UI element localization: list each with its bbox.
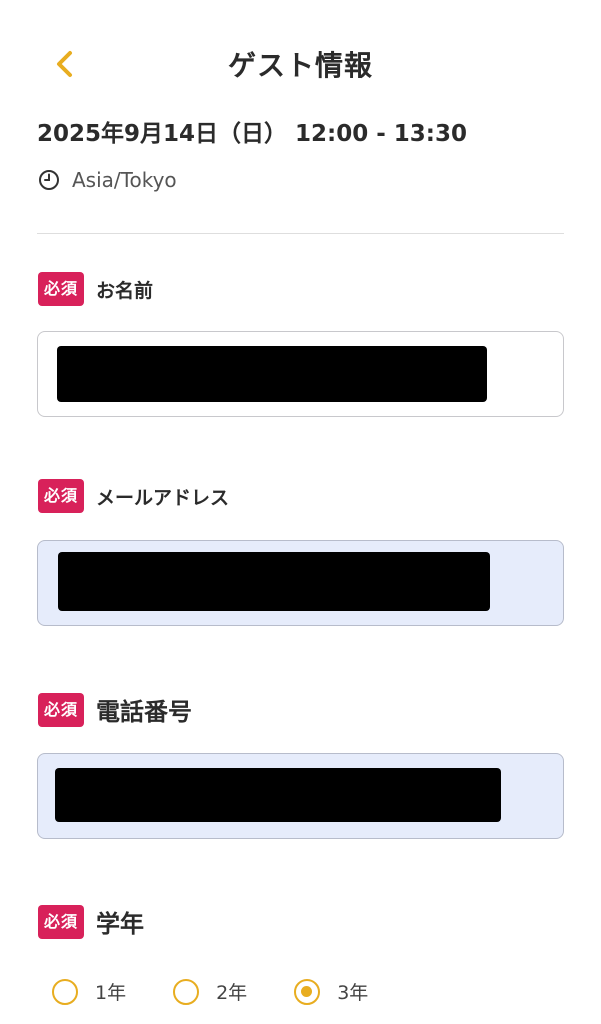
radio-button-selected[interactable] [294, 978, 321, 1005]
redacted-value [57, 346, 487, 402]
radio-label: 3年 [337, 982, 369, 1004]
phone-input[interactable] [37, 753, 564, 839]
timezone-text: Asia/Tokyo [72, 168, 177, 192]
event-datetime: 2025年9月14日（日） 12:00 - 13:30 [37, 121, 468, 147]
phone-label-row: 必須 電話番号 [38, 692, 192, 727]
clock-icon [39, 170, 59, 190]
guest-info-page: ゲスト情報 2025年9月14日（日） 12:00 - 13:30 Asia/T… [0, 0, 601, 1024]
radio-button[interactable] [52, 978, 78, 1005]
grade-label: 学年 [96, 910, 145, 938]
required-badge: 必須 [38, 904, 85, 939]
name-input[interactable] [37, 331, 564, 417]
redacted-value [55, 768, 501, 822]
name-label: お名前 [96, 279, 154, 302]
grade-option-2[interactable]: 2年 [173, 978, 247, 1005]
required-badge: 必須 [38, 479, 85, 513]
timezone: Asia/Tokyo [38, 166, 177, 194]
grade-option-3[interactable]: 3年 [294, 978, 368, 1005]
page-title: ゲスト情報 [227, 49, 373, 82]
radio-label: 1年 [95, 982, 127, 1004]
grade-label-row: 必須 学年 [38, 904, 144, 939]
email-label: メールアドレス [96, 486, 230, 509]
redacted-value [58, 552, 490, 611]
radio-label: 2年 [216, 982, 248, 1004]
grade-radio-group: 1年 2年 3年 [52, 978, 415, 1005]
phone-label: 電話番号 [96, 698, 193, 726]
required-badge: 必須 [38, 272, 85, 306]
email-label-row: 必須 メールアドレス [38, 479, 229, 513]
radio-button[interactable] [173, 978, 200, 1005]
required-badge: 必須 [38, 692, 85, 727]
grade-option-1[interactable]: 1年 [52, 978, 126, 1005]
name-label-row: 必須 お名前 [38, 272, 153, 306]
email-input[interactable] [37, 540, 564, 626]
divider [37, 233, 564, 234]
